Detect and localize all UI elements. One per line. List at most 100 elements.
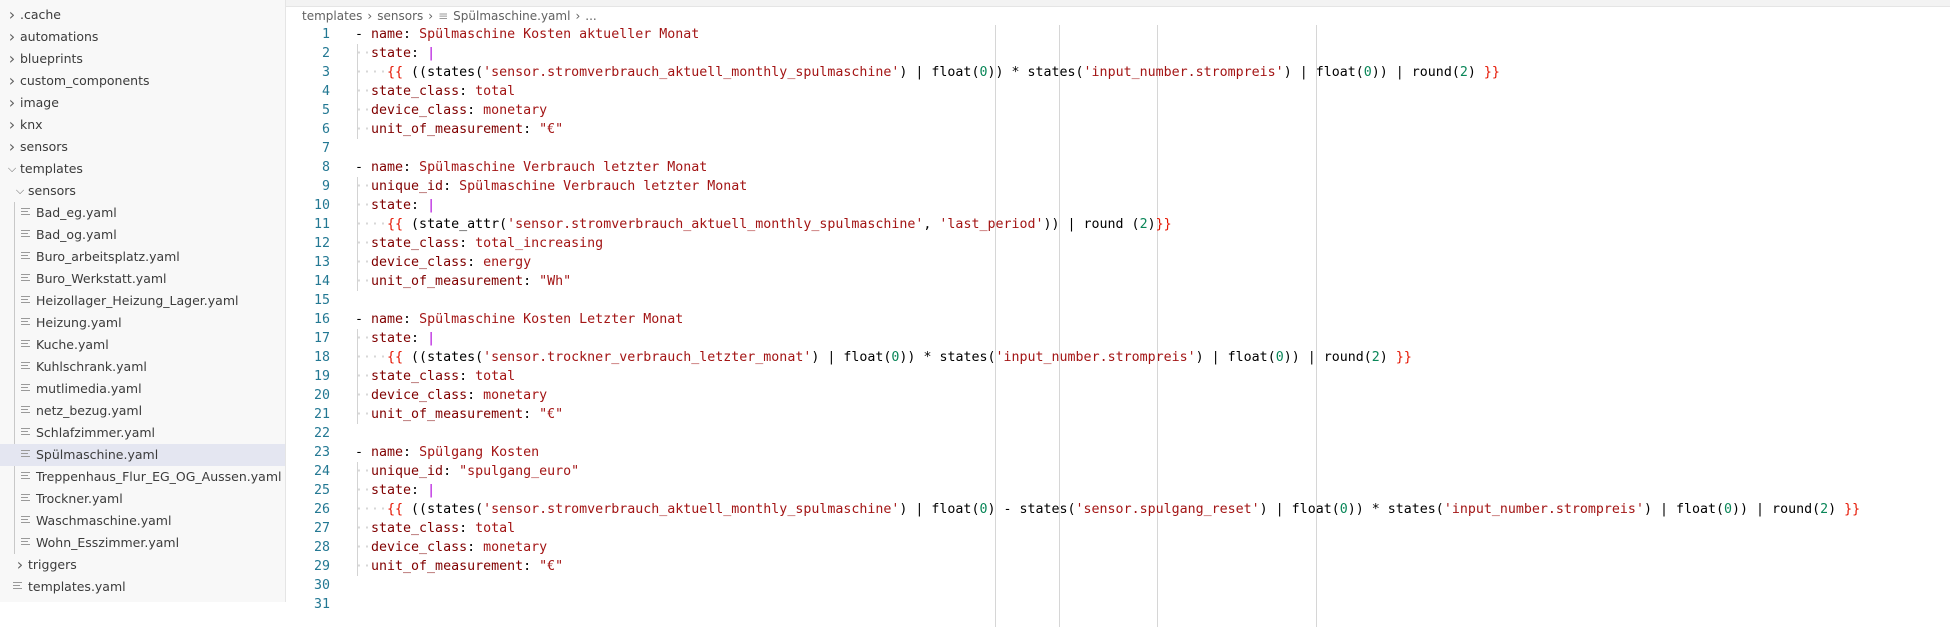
chevron-right-icon: ›	[8, 49, 16, 68]
file-item[interactable]: Schlafzimmer.yaml	[0, 422, 285, 444]
file-item[interactable]: Bad_eg.yaml	[0, 202, 285, 224]
code-line[interactable]: ··state_class: total	[355, 82, 515, 101]
code-line[interactable]: ··unit_of_measurement: "€"	[355, 557, 563, 576]
chevron-right-icon: ›	[8, 137, 16, 156]
code-line[interactable]: ··device_class: monetary	[355, 386, 547, 405]
code-line[interactable]: ··state_class: total	[355, 367, 515, 386]
code-line[interactable]: ··unique_id: "spulgang_euro"	[355, 462, 579, 481]
folder-item[interactable]: › custom_components	[0, 70, 285, 92]
file-lines-icon	[21, 274, 30, 284]
code-line[interactable]: ··state: |	[355, 481, 435, 500]
code-line[interactable]: ··state_class: total	[355, 519, 515, 538]
chevron-right-icon: ›	[16, 555, 24, 574]
folder-item[interactable]: › .cache	[0, 4, 285, 26]
file-item[interactable]: templates.yaml	[0, 576, 285, 598]
file-lines-icon	[21, 406, 30, 416]
ruler-guide	[1316, 25, 1317, 627]
folder-label: automations	[20, 29, 99, 44]
breadcrumb-item[interactable]: ...	[585, 9, 596, 23]
code-line[interactable]: ··device_class: monetary	[355, 101, 547, 120]
file-lines-icon	[21, 340, 30, 350]
chevron-right-icon: ›	[8, 71, 16, 90]
code-line[interactable]: ··unit_of_measurement: "€"	[355, 405, 563, 424]
file-lines-icon	[21, 296, 30, 306]
line-number: 13	[313, 255, 330, 270]
folder-label: sensors	[28, 183, 76, 198]
file-label: Schlafzimmer.yaml	[36, 425, 156, 440]
file-label: Waschmaschine.yaml	[36, 513, 172, 528]
file-lines-icon	[21, 230, 30, 240]
folder-item[interactable]: › blueprints	[0, 48, 285, 70]
indent-guide	[357, 329, 358, 424]
code-line[interactable]: ··state: |	[355, 44, 435, 63]
code-line[interactable]: ··unique_id: Spülmaschine Verbrauch letz…	[355, 177, 747, 196]
file-lines-icon	[21, 450, 30, 460]
breadcrumb-item[interactable]: Spülmaschine.yaml	[453, 9, 570, 23]
file-label: Buro_Werkstatt.yaml	[36, 271, 167, 286]
line-number: 28	[313, 540, 330, 555]
file-item[interactable]: mutlimedia.yaml	[0, 378, 285, 400]
folder-item[interactable]: › image	[0, 92, 285, 114]
code-line[interactable]: ····{{ (state_attr('sensor.stromverbrauc…	[355, 215, 1172, 234]
file-lines-icon	[21, 516, 30, 526]
chevron-right-icon: ›	[367, 9, 373, 23]
folder-item[interactable]: › knx	[0, 114, 285, 136]
line-number: 4	[321, 84, 330, 99]
file-item[interactable]: Kuche.yaml	[0, 334, 285, 356]
folder-item[interactable]: ⌵ templates	[0, 158, 285, 180]
code-line[interactable]: ··device_class: energy	[355, 253, 531, 272]
indent-guide	[357, 177, 358, 291]
code-line[interactable]: ··unit_of_measurement: "€"	[355, 120, 563, 139]
line-number: 19	[313, 369, 330, 384]
code-line[interactable]: - name: Spülmaschine Kosten aktueller Mo…	[355, 25, 699, 44]
code-line[interactable]: ····{{ ((states('sensor.stromverbrauch_a…	[355, 63, 1500, 82]
file-lines-icon	[21, 494, 30, 504]
file-item[interactable]: Spülmaschine.yaml	[0, 444, 285, 466]
line-number: 15	[313, 293, 330, 308]
code-line[interactable]: ··state: |	[355, 329, 435, 348]
file-lines-icon	[21, 362, 30, 372]
code-line[interactable]: - name: Spülmaschine Kosten Letzter Mona…	[355, 310, 683, 329]
code-line[interactable]: ··device_class: monetary	[355, 538, 547, 557]
file-item[interactable]: Trockner.yaml	[0, 488, 285, 510]
chevron-right-icon: ›	[8, 27, 16, 46]
file-item[interactable]: Kuhlschrank.yaml	[0, 356, 285, 378]
code-editor[interactable]: 1 - name: Spülmaschine Kosten aktueller M…	[286, 25, 1950, 627]
file-item[interactable]: Bad_og.yaml	[0, 224, 285, 246]
file-item[interactable]: Treppenhaus_Flur_EG_OG_Aussen.yaml	[0, 466, 285, 488]
file-item[interactable]: Waschmaschine.yaml	[0, 510, 285, 532]
ruler-guide	[995, 25, 996, 627]
code-line[interactable]: ····{{ ((states('sensor.stromverbrauch_a…	[355, 500, 1860, 519]
code-line[interactable]: ····{{ ((states('sensor.trockner_verbrau…	[355, 348, 1412, 367]
file-item[interactable]: Heizollager_Heizung_Lager.yaml	[0, 290, 285, 312]
code-line[interactable]: ··state_class: total_increasing	[355, 234, 603, 253]
code-line[interactable]: - name: Spülgang Kosten	[355, 443, 539, 462]
line-number: 27	[313, 521, 330, 536]
folder-item[interactable]: ⌵ sensors	[0, 180, 285, 202]
file-item[interactable]: Wohn_Esszimmer.yaml	[0, 532, 285, 554]
folder-item[interactable]: › sensors	[0, 136, 285, 158]
line-number: 12	[313, 236, 330, 251]
line-number: 18	[313, 350, 330, 365]
breadcrumb-item[interactable]: templates	[302, 9, 362, 23]
line-number: 11	[313, 217, 330, 232]
file-lines-icon	[21, 318, 30, 328]
file-item[interactable]: Buro_arbeitsplatz.yaml	[0, 246, 285, 268]
folder-label: custom_components	[20, 73, 150, 88]
folder-item[interactable]: › automations	[0, 26, 285, 48]
line-number: 10	[313, 198, 330, 213]
chevron-right-icon: ›	[428, 9, 434, 23]
line-number: 30	[313, 578, 330, 593]
breadcrumb-item[interactable]: sensors	[377, 9, 423, 23]
code-line[interactable]: - name: Spülmaschine Verbrauch letzter M…	[355, 158, 707, 177]
file-item[interactable]: Buro_Werkstatt.yaml	[0, 268, 285, 290]
code-line[interactable]: ··unit_of_measurement: "Wh"	[355, 272, 571, 291]
code-line[interactable]: ··state: |	[355, 196, 435, 215]
folder-item[interactable]: › triggers	[0, 554, 285, 576]
file-item[interactable]: netz_bezug.yaml	[0, 400, 285, 422]
folder-label: templates	[20, 161, 83, 176]
file-label: templates.yaml	[28, 579, 126, 594]
line-number: 22	[313, 426, 330, 441]
chevron-right-icon: ›	[575, 9, 581, 23]
file-item[interactable]: Heizung.yaml	[0, 312, 285, 334]
